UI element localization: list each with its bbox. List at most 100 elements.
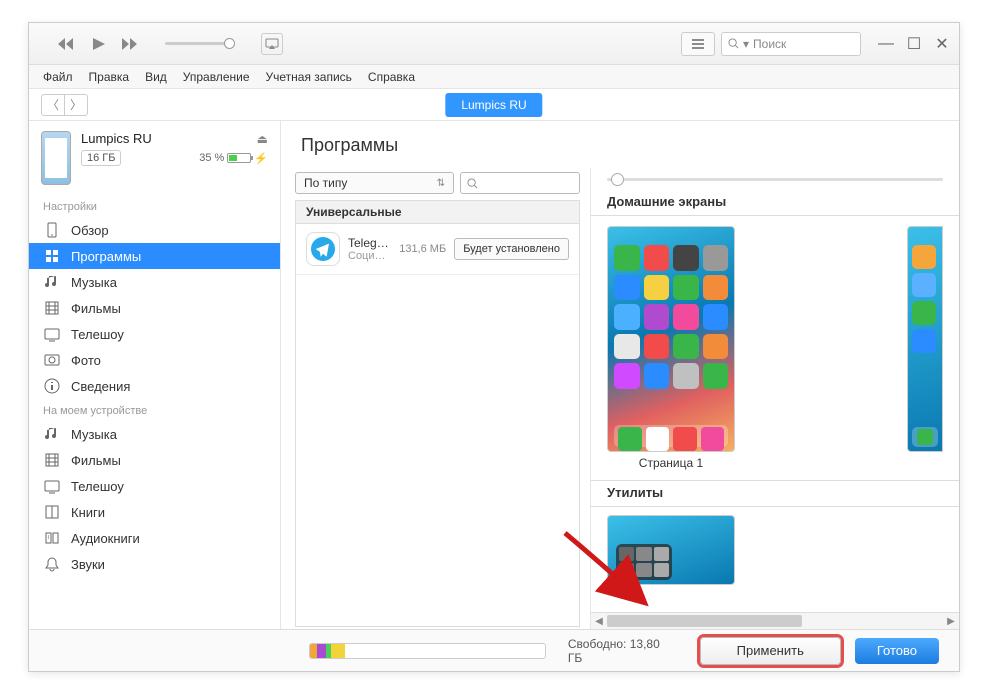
music-icon bbox=[43, 426, 61, 442]
dock-app-icon bbox=[673, 427, 697, 451]
storage-segment bbox=[317, 644, 326, 658]
sidebar-item-label: Программы bbox=[71, 249, 141, 264]
sidebar-item-label: Сведения bbox=[71, 379, 130, 394]
sidebar-item-audiobook[interactable]: Аудиокниги bbox=[29, 525, 280, 551]
device-icon bbox=[43, 222, 61, 238]
photo-icon bbox=[43, 352, 61, 368]
search-icon bbox=[728, 38, 739, 49]
sidebar-item-music[interactable]: Музыка bbox=[29, 421, 280, 447]
sidebar-item-label: Аудиокниги bbox=[71, 531, 140, 546]
utilities-screen[interactable] bbox=[607, 515, 735, 585]
home-app-icon bbox=[644, 304, 670, 330]
sidebar-item-tv[interactable]: Телешоу bbox=[29, 473, 280, 499]
menu-file[interactable]: Файл bbox=[43, 70, 73, 84]
home-app-icon bbox=[644, 275, 670, 301]
sidebar-item-label: Музыка bbox=[71, 275, 117, 290]
apps-group-universal: Универсальные bbox=[296, 201, 579, 224]
app-name: Teleg… bbox=[348, 236, 391, 250]
home-app-icon bbox=[673, 245, 699, 271]
nav-back-button[interactable]: 〈 bbox=[41, 94, 65, 116]
sidebar-item-label: Музыка bbox=[71, 427, 117, 442]
battery-indicator: 35 % ⚡ bbox=[199, 152, 268, 165]
menu-edit[interactable]: Правка bbox=[89, 70, 130, 84]
apps-list: Универсальные Teleg… Соци… 131,6 МБ Буде… bbox=[295, 200, 580, 627]
minimize-button[interactable]: — bbox=[877, 35, 895, 53]
home-app-icon bbox=[912, 273, 936, 297]
sidebar-item-label: Звуки bbox=[71, 557, 105, 572]
close-button[interactable]: ✕ bbox=[933, 35, 951, 53]
app-search-input[interactable] bbox=[460, 172, 580, 194]
sidebar-item-device[interactable]: Обзор bbox=[29, 217, 280, 243]
search-input[interactable]: ▾ Поиск bbox=[721, 32, 861, 56]
home-app-icon bbox=[703, 304, 729, 330]
device-tab[interactable]: Lumpics RU bbox=[445, 93, 542, 117]
home-app-icon bbox=[673, 363, 699, 389]
menu-account[interactable]: Учетная запись bbox=[266, 70, 352, 84]
chevron-updown-icon: ⇅ bbox=[437, 178, 445, 189]
sidebar: Lumpics RU ⏏ 16 ГБ 35 % ⚡ Настройки Обзо… bbox=[29, 121, 281, 629]
volume-slider[interactable] bbox=[165, 42, 235, 45]
menu-help[interactable]: Справка bbox=[368, 70, 415, 84]
sidebar-item-tv[interactable]: Телешоу bbox=[29, 321, 280, 347]
eject-button[interactable]: ⏏ bbox=[257, 132, 268, 146]
home-app-icon bbox=[644, 363, 670, 389]
sidebar-item-label: Фильмы bbox=[71, 301, 121, 316]
home-screen-1[interactable] bbox=[607, 226, 735, 452]
sidebar-item-book[interactable]: Книги bbox=[29, 499, 280, 525]
storage-segment bbox=[310, 644, 317, 658]
next-button[interactable] bbox=[121, 35, 139, 53]
scroll-left-button[interactable]: ◀ bbox=[591, 613, 607, 629]
sidebar-item-label: Фото bbox=[71, 353, 101, 368]
prev-button[interactable] bbox=[57, 35, 75, 53]
home-app-icon bbox=[703, 275, 729, 301]
sidebar-item-info[interactable]: Сведения bbox=[29, 373, 280, 399]
device-thumbnail bbox=[41, 131, 71, 185]
tv-icon bbox=[43, 326, 61, 342]
tv-icon bbox=[43, 478, 61, 494]
dock-app-icon bbox=[646, 427, 670, 451]
menubar: Файл Правка Вид Управление Учетная запис… bbox=[29, 65, 959, 89]
app-size: 131,6 МБ bbox=[399, 243, 446, 255]
scroll-right-button[interactable]: ▶ bbox=[943, 613, 959, 629]
home-app-icon bbox=[644, 245, 670, 271]
sidebar-item-photo[interactable]: Фото bbox=[29, 347, 280, 373]
dock-app-icon bbox=[618, 427, 642, 451]
home-app-icon bbox=[703, 363, 729, 389]
airplay-button[interactable] bbox=[261, 33, 283, 55]
menu-view[interactable]: Вид bbox=[145, 70, 167, 84]
list-view-button[interactable] bbox=[681, 32, 715, 56]
sidebar-section-settings: Настройки bbox=[29, 195, 280, 217]
free-space-label: Свободно: 13,80 ГБ bbox=[568, 637, 672, 665]
sidebar-item-film[interactable]: Фильмы bbox=[29, 447, 280, 473]
play-button[interactable] bbox=[89, 35, 107, 53]
main-area: Lumpics RU ⏏ 16 ГБ 35 % ⚡ Настройки Обзо… bbox=[29, 121, 959, 629]
zoom-slider[interactable] bbox=[591, 168, 959, 190]
menu-controls[interactable]: Управление bbox=[183, 70, 250, 84]
sidebar-item-label: Книги bbox=[71, 505, 105, 520]
done-button[interactable]: Готово bbox=[855, 638, 939, 664]
home-app-icon bbox=[703, 334, 729, 360]
screen-label: Страница 1 bbox=[639, 456, 703, 470]
screens-pane: Домашние экраны Страница 1 bbox=[591, 168, 959, 629]
secondary-toolbar: 〈 〉 Lumpics RU bbox=[29, 89, 959, 121]
apps-pane: По типу ⇅ Универсальные bbox=[281, 168, 591, 629]
app-row[interactable]: Teleg… Соци… 131,6 МБ Будет установлено bbox=[296, 224, 579, 275]
apply-button[interactable]: Применить bbox=[700, 637, 841, 665]
home-screen-2-partial[interactable] bbox=[907, 226, 943, 452]
bell-icon bbox=[43, 556, 61, 572]
sidebar-item-film[interactable]: Фильмы bbox=[29, 295, 280, 321]
horizontal-scrollbar[interactable]: ◀ ▶ bbox=[591, 612, 959, 629]
sidebar-item-label: Телешоу bbox=[71, 479, 124, 494]
sidebar-item-music[interactable]: Музыка bbox=[29, 269, 280, 295]
sidebar-item-apps[interactable]: Программы bbox=[29, 243, 280, 269]
install-button[interactable]: Будет установлено bbox=[454, 238, 569, 260]
maximize-button[interactable]: ☐ bbox=[905, 35, 923, 53]
sidebar-item-bell[interactable]: Звуки bbox=[29, 551, 280, 577]
film-icon bbox=[43, 452, 61, 468]
page-title: Программы bbox=[281, 121, 959, 168]
nav-forward-button[interactable]: 〉 bbox=[64, 94, 88, 116]
sort-select[interactable]: По типу ⇅ bbox=[295, 172, 454, 194]
audiobook-icon bbox=[43, 530, 61, 546]
home-app-icon bbox=[614, 334, 640, 360]
sidebar-item-label: Обзор bbox=[71, 223, 109, 238]
